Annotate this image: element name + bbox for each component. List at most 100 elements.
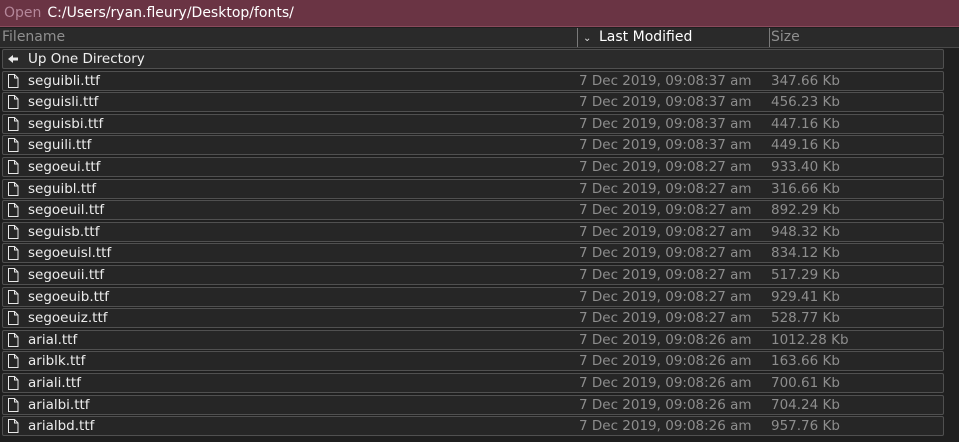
file-size: 347.66 Kb (771, 72, 840, 89)
file-name: seguibl.ttf (28, 180, 97, 197)
file-size: 704.24 Kb (771, 396, 840, 413)
file-icon (8, 95, 19, 110)
column-header: Filename ⌄ Last Modified Size (0, 28, 959, 48)
file-size: 834.12 Kb (771, 245, 840, 262)
file-row[interactable]: segoeuiz.ttf 7 Dec 2019, 09:08:27 am 528… (2, 308, 944, 329)
file-modified: 7 Dec 2019, 09:08:26 am (579, 331, 752, 348)
file-row[interactable]: segoeuil.ttf 7 Dec 2019, 09:08:27 am 892… (2, 200, 944, 221)
file-name: seguisbi.ttf (28, 115, 104, 132)
file-size: 447.16 Kb (771, 115, 840, 132)
file-icon (8, 267, 19, 282)
chevron-down-icon: ⌄ (583, 33, 592, 44)
file-modified: 7 Dec 2019, 09:08:27 am (579, 245, 752, 262)
up-one-directory-label: Up One Directory (28, 51, 145, 67)
file-icon (8, 224, 19, 239)
file-modified: 7 Dec 2019, 09:08:27 am (579, 202, 752, 219)
file-icon (8, 375, 19, 390)
file-modified: 7 Dec 2019, 09:08:27 am (579, 158, 752, 175)
file-modified: 7 Dec 2019, 09:08:26 am (579, 374, 752, 391)
file-size: 449.16 Kb (771, 137, 840, 154)
file-row[interactable]: segoeuib.ttf 7 Dec 2019, 09:08:27 am 929… (2, 286, 944, 307)
up-one-directory-button[interactable]: Up One Directory (2, 49, 944, 69)
file-modified: 7 Dec 2019, 09:08:26 am (579, 418, 752, 435)
file-modified: 7 Dec 2019, 09:08:37 am (579, 137, 752, 154)
file-name: segoeuib.ttf (28, 288, 109, 305)
file-name: arial.ttf (28, 331, 78, 348)
file-modified: 7 Dec 2019, 09:08:37 am (579, 115, 752, 132)
file-icon (8, 159, 19, 174)
file-size: 528.77 Kb (771, 310, 840, 327)
file-icon (8, 289, 19, 304)
file-row[interactable]: seguisb.ttf 7 Dec 2019, 09:08:27 am 948.… (2, 221, 944, 242)
file-size: 1012.28 Kb (771, 331, 849, 348)
file-modified: 7 Dec 2019, 09:08:26 am (579, 353, 752, 370)
column-divider[interactable] (577, 28, 578, 47)
file-icon (8, 246, 19, 261)
file-row[interactable]: segoeui.ttf 7 Dec 2019, 09:08:27 am 933.… (2, 156, 944, 177)
file-icon (8, 181, 19, 196)
file-icon (8, 203, 19, 218)
file-size: 700.61 Kb (771, 374, 840, 391)
file-icon (8, 332, 19, 347)
file-size: 933.40 Kb (771, 158, 840, 175)
file-icon (8, 354, 19, 369)
file-size: 929.41 Kb (771, 288, 840, 305)
file-name: seguibli.ttf (28, 72, 100, 89)
open-label: Open (4, 5, 42, 21)
arrow-left-icon (8, 55, 18, 63)
file-row[interactable]: ariali.ttf 7 Dec 2019, 09:08:26 am 700.6… (2, 372, 944, 393)
file-size: 163.66 Kb (771, 353, 840, 370)
titlebar: Open C:/Users/ryan.fleury/Desktop/fonts/ (0, 0, 959, 27)
file-modified: 7 Dec 2019, 09:08:27 am (579, 180, 752, 197)
file-modified: 7 Dec 2019, 09:08:27 am (579, 266, 752, 283)
file-list: Up One Directory seguibli.ttf 7 Dec 2019… (2, 49, 944, 438)
file-row[interactable]: seguibl.ttf 7 Dec 2019, 09:08:27 am 316.… (2, 178, 944, 199)
file-size: 948.32 Kb (771, 223, 840, 240)
file-row[interactable]: segoeuii.ttf 7 Dec 2019, 09:08:27 am 517… (2, 264, 944, 285)
file-name: ariblk.ttf (28, 353, 86, 370)
file-size: 517.29 Kb (771, 266, 840, 283)
file-modified: 7 Dec 2019, 09:08:37 am (579, 94, 752, 111)
file-name: arialbi.ttf (28, 396, 90, 413)
file-row[interactable]: ariblk.ttf 7 Dec 2019, 09:08:26 am 163.6… (2, 351, 944, 372)
file-row[interactable]: segoeuisl.ttf 7 Dec 2019, 09:08:27 am 83… (2, 243, 944, 264)
file-row[interactable]: arialbd.ttf 7 Dec 2019, 09:08:26 am 957.… (2, 416, 944, 437)
column-divider[interactable] (769, 28, 770, 47)
file-row[interactable]: arial.ttf 7 Dec 2019, 09:08:26 am 1012.2… (2, 329, 944, 350)
file-icon (8, 311, 19, 326)
file-row[interactable]: seguisbi.ttf 7 Dec 2019, 09:08:37 am 447… (2, 113, 944, 134)
column-last-modified-label: Last Modified (599, 29, 693, 45)
file-modified: 7 Dec 2019, 09:08:27 am (579, 288, 752, 305)
file-size: 957.76 Kb (771, 418, 840, 435)
file-icon (8, 73, 19, 88)
file-icon (8, 397, 19, 412)
file-name: segoeuiz.ttf (28, 310, 108, 327)
file-name: arialbd.ttf (28, 418, 95, 435)
file-modified: 7 Dec 2019, 09:08:27 am (579, 223, 752, 240)
column-filename[interactable]: Filename (2, 28, 65, 47)
file-size: 456.23 Kb (771, 94, 840, 111)
file-modified: 7 Dec 2019, 09:08:37 am (579, 72, 752, 89)
file-name: seguili.ttf (28, 137, 92, 154)
file-size: 892.29 Kb (771, 202, 840, 219)
file-name: segoeui.ttf (28, 158, 101, 175)
file-name: segoeuii.ttf (28, 266, 105, 283)
file-name: seguisli.ttf (28, 94, 99, 111)
column-size[interactable]: Size (771, 28, 800, 47)
file-row[interactable]: seguisli.ttf 7 Dec 2019, 09:08:37 am 456… (2, 92, 944, 113)
file-row[interactable]: arialbi.ttf 7 Dec 2019, 09:08:26 am 704.… (2, 394, 944, 415)
file-icon (8, 419, 19, 434)
file-name: ariali.ttf (28, 374, 81, 391)
file-size: 316.66 Kb (771, 180, 840, 197)
column-last-modified[interactable]: ⌄ Last Modified (583, 28, 692, 47)
file-modified: 7 Dec 2019, 09:08:27 am (579, 310, 752, 327)
file-name: seguisb.ttf (28, 223, 100, 240)
file-icon (8, 116, 19, 131)
file-name: segoeuil.ttf (28, 202, 105, 219)
file-modified: 7 Dec 2019, 09:08:26 am (579, 396, 752, 413)
path-input[interactable]: C:/Users/ryan.fleury/Desktop/fonts/ (47, 5, 293, 21)
file-row[interactable]: seguibli.ttf 7 Dec 2019, 09:08:37 am 347… (2, 70, 944, 91)
file-row[interactable]: seguili.ttf 7 Dec 2019, 09:08:37 am 449.… (2, 135, 944, 156)
file-name: segoeuisl.ttf (28, 245, 112, 262)
file-icon (8, 138, 19, 153)
